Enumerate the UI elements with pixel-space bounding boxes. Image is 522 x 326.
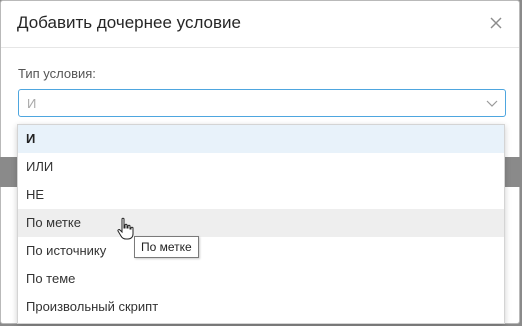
option-by-source[interactable]: По источнику <box>18 237 504 265</box>
close-icon[interactable] <box>487 14 505 32</box>
tooltip: По метке <box>134 236 199 258</box>
option-by-tag[interactable]: По метке <box>18 209 504 237</box>
option-not[interactable]: НЕ <box>18 181 504 209</box>
dialog-title: Добавить дочернее условие <box>17 13 241 32</box>
option-and[interactable]: И <box>18 125 504 153</box>
option-custom-script[interactable]: Произвольный скрипт <box>18 293 504 321</box>
option-or[interactable]: ИЛИ <box>18 153 504 181</box>
condition-type-label: Тип условия: <box>18 66 96 81</box>
condition-type-value: И <box>27 96 37 111</box>
option-by-topic[interactable]: По теме <box>18 265 504 293</box>
dialog-header: Добавить дочернее условие <box>1 1 519 48</box>
chevron-down-icon[interactable] <box>485 96 499 110</box>
condition-type-select[interactable]: И <box>18 89 506 117</box>
condition-type-dropdown: И ИЛИ НЕ По метке По источнику По теме П… <box>17 124 505 324</box>
hand-cursor-icon <box>117 217 134 240</box>
